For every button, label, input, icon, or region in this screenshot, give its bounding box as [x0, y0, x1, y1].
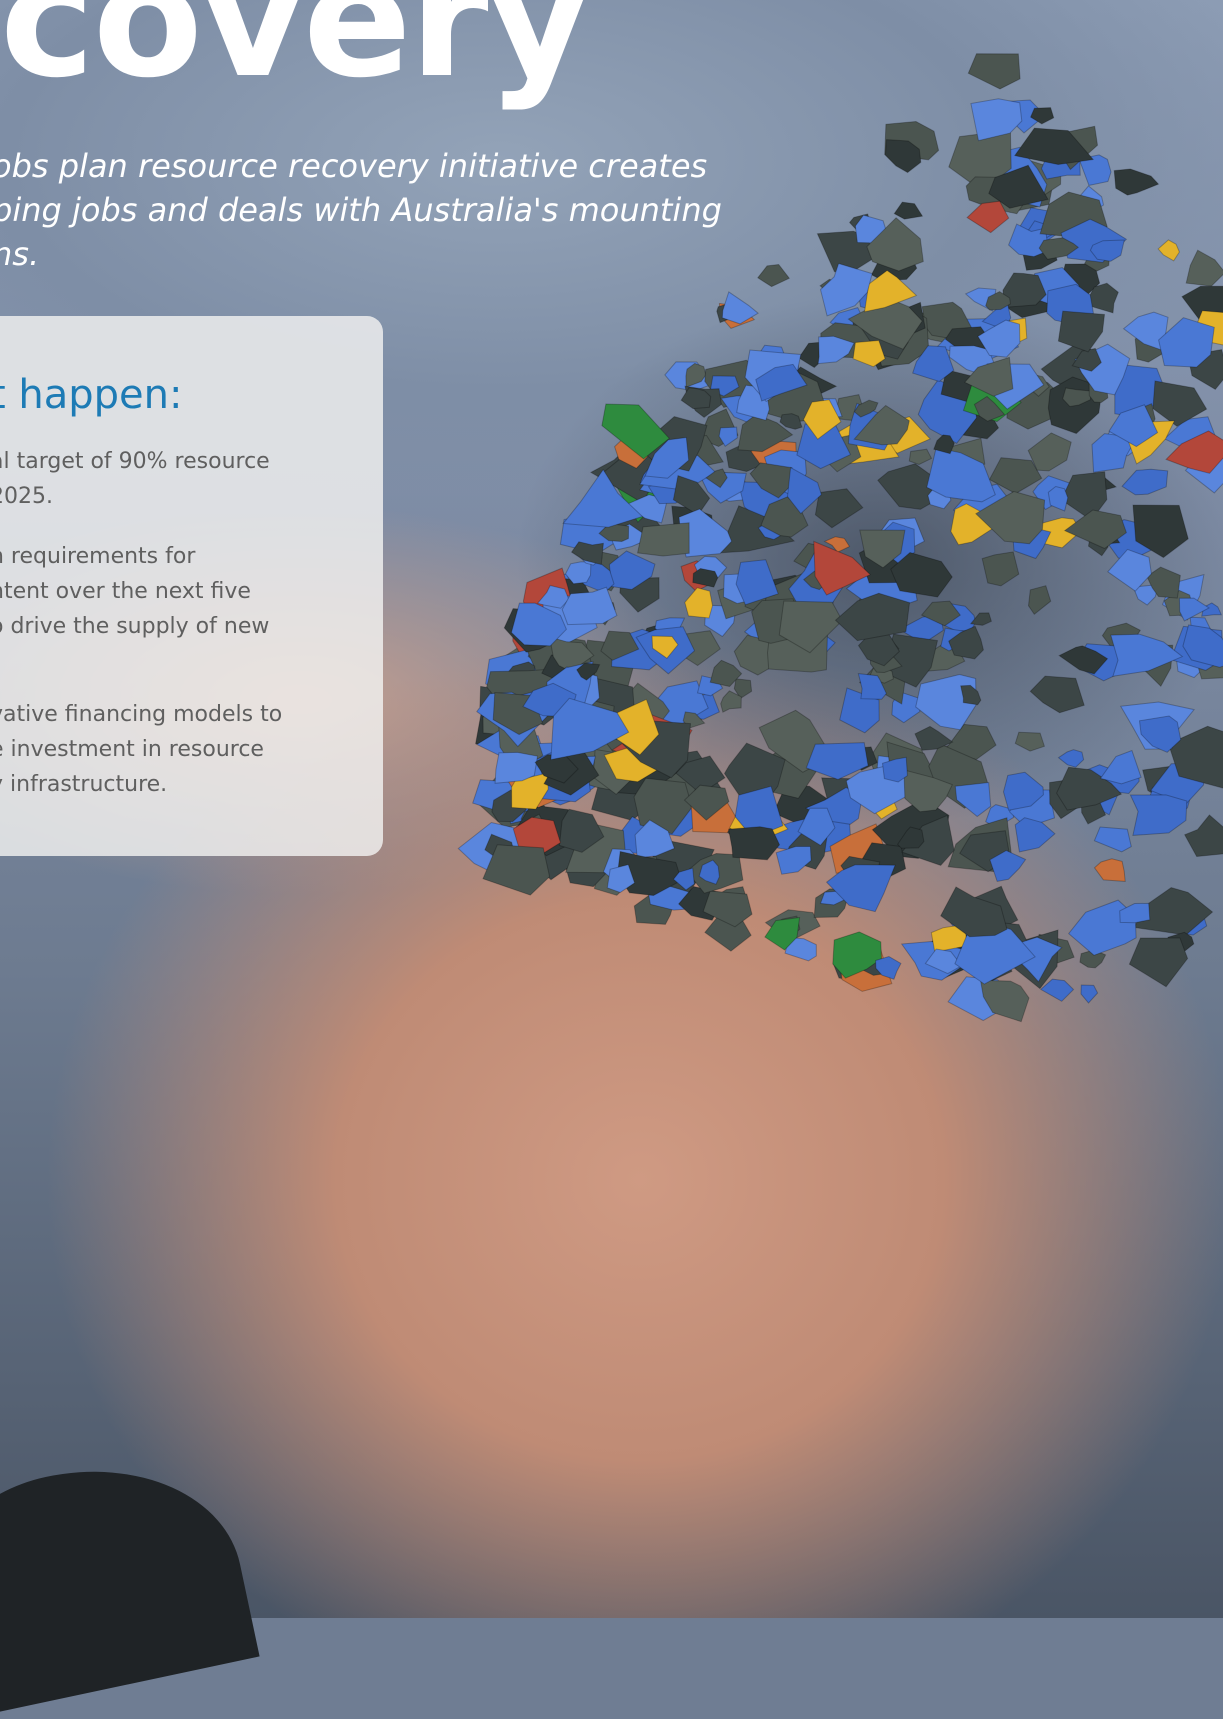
intro-text-content: obs plan resource recovery initiative cr…: [0, 147, 722, 273]
plastic-flake: [703, 891, 752, 927]
plastic-flake: [971, 99, 1022, 141]
plastic-flake: [967, 201, 1009, 232]
plastic-flake: [1058, 311, 1104, 352]
plastic-flake: [1029, 586, 1051, 615]
plastic-flake: [909, 449, 931, 464]
plastic-flake: [1130, 795, 1186, 836]
plastic-flake: [1114, 169, 1158, 195]
plastic-flake: [729, 827, 780, 860]
plastic-flake: [1186, 250, 1223, 286]
plastic-flake: [961, 685, 981, 704]
plastic-flake: [685, 588, 713, 618]
plastic-flake: [1015, 818, 1055, 852]
plastic-flake: [836, 593, 910, 640]
plastic-flake: [572, 542, 604, 565]
page-headline: covery: [0, 0, 589, 100]
plastic-flake: [1108, 549, 1152, 591]
plastic-flake: [776, 847, 811, 875]
panel-point-1: al target of 90% resource 2025.: [0, 444, 320, 514]
panel-point-3: vative financing models to e investment …: [0, 697, 320, 802]
plastic-flake: [758, 265, 790, 287]
plastic-flake: [815, 489, 862, 528]
plastic-flake: [1185, 815, 1223, 857]
plastic-flake: [1111, 634, 1183, 676]
plastic-flake: [1095, 859, 1126, 882]
plastic-flake: [1015, 732, 1044, 751]
plastic-flake: [968, 54, 1020, 89]
plastic-flake: [955, 783, 990, 817]
plastic-flake: [894, 202, 922, 219]
plastic-flake: [1094, 827, 1131, 852]
plastic-flake: [1158, 240, 1179, 261]
plastic-flake: [1041, 979, 1074, 1001]
info-panel: t happen: al target of 90% resource 2025…: [0, 316, 383, 856]
plastic-flake: [1129, 938, 1187, 987]
plastic-flake: [1081, 985, 1098, 1003]
plastic-flake: [638, 523, 690, 556]
plastic-flake: [780, 414, 802, 430]
plastic-flake: [1028, 433, 1071, 471]
plastic-flake: [1059, 750, 1084, 768]
panel-point-2: n requirements for ntent over the next f…: [0, 539, 320, 644]
plastic-flake: [982, 552, 1019, 586]
plastic-flake: [1122, 469, 1168, 495]
plastic-flake: [1048, 487, 1068, 512]
panel-title: t happen:: [0, 372, 182, 418]
plastic-flake: [1030, 676, 1084, 713]
intro-text: obs plan resource recovery initiative cr…: [0, 144, 752, 276]
